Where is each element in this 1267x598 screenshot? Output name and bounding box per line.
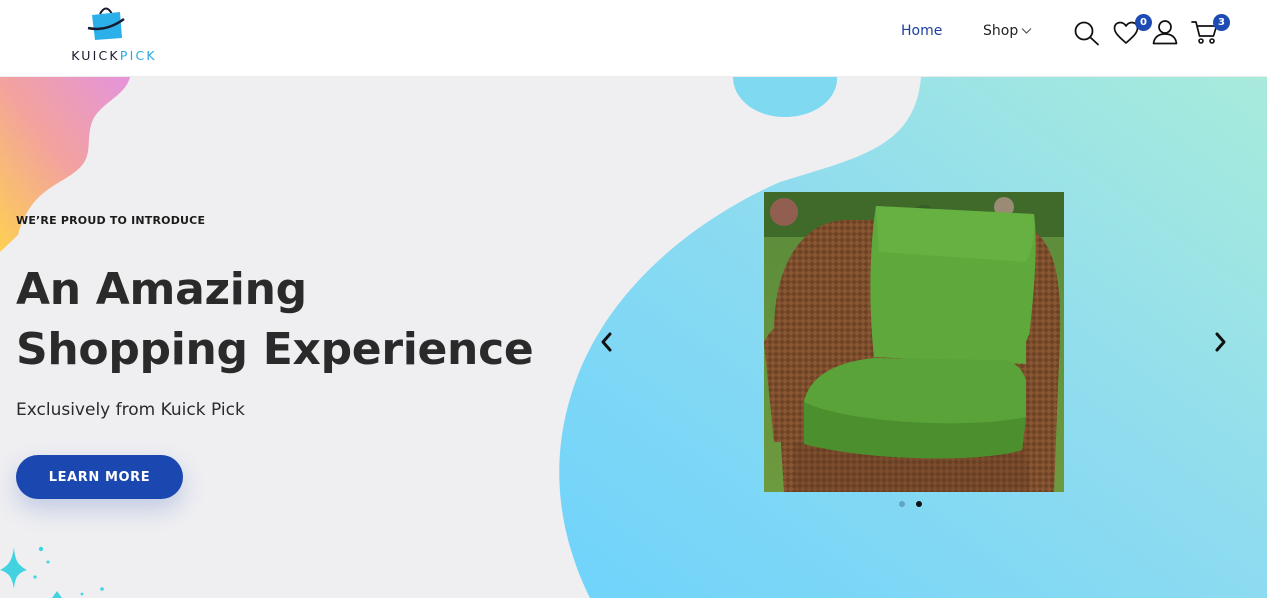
slider-dot-2[interactable] (916, 501, 922, 507)
user-icon (1152, 20, 1178, 45)
shopping-bag-logo-icon (87, 7, 125, 40)
learn-more-button[interactable]: LEARN MORE (16, 455, 183, 499)
logo-text: KUICKPICK (71, 48, 157, 63)
slider-pagination (899, 501, 922, 507)
chevron-down-icon (1021, 28, 1032, 34)
site-header: KUICKPICK Home Shop 0 3 (0, 0, 1267, 77)
cart-button[interactable]: 3 (1191, 13, 1233, 47)
slider-dot-1[interactable] (899, 501, 905, 507)
wishlist-button[interactable]: 0 (1113, 14, 1153, 46)
logo[interactable]: KUICKPICK (64, 2, 164, 66)
product-slide-image (764, 192, 1064, 492)
nav-shop-label: Shop (983, 23, 1019, 39)
hero-headline-line2: Shopping Experience (16, 324, 534, 375)
cart-count-badge: 3 (1213, 14, 1230, 31)
nav-shop-link[interactable]: Shop (983, 23, 1032, 39)
hero-headline: An Amazing Shopping Experience (16, 260, 534, 380)
wicker-chair-image (764, 192, 1064, 492)
nav-home-link[interactable]: Home (901, 23, 942, 39)
chevron-left-icon (601, 332, 612, 352)
hero-slider: WE’RE PROUD TO INTRODUCE An Amazing Shop… (0, 77, 1267, 598)
search-icon (1074, 21, 1099, 46)
slider-next-button[interactable] (1210, 331, 1230, 353)
hero-subtext: Exclusively from Kuick Pick (16, 400, 245, 420)
hero-eyebrow: WE’RE PROUD TO INTRODUCE (16, 214, 206, 227)
hero-headline-line1: An Amazing (16, 264, 307, 315)
search-button[interactable] (1073, 20, 1100, 46)
slider-prev-button[interactable] (597, 331, 617, 353)
account-button[interactable] (1152, 19, 1178, 45)
wishlist-count-badge: 0 (1135, 14, 1152, 31)
chevron-right-icon (1215, 332, 1226, 352)
